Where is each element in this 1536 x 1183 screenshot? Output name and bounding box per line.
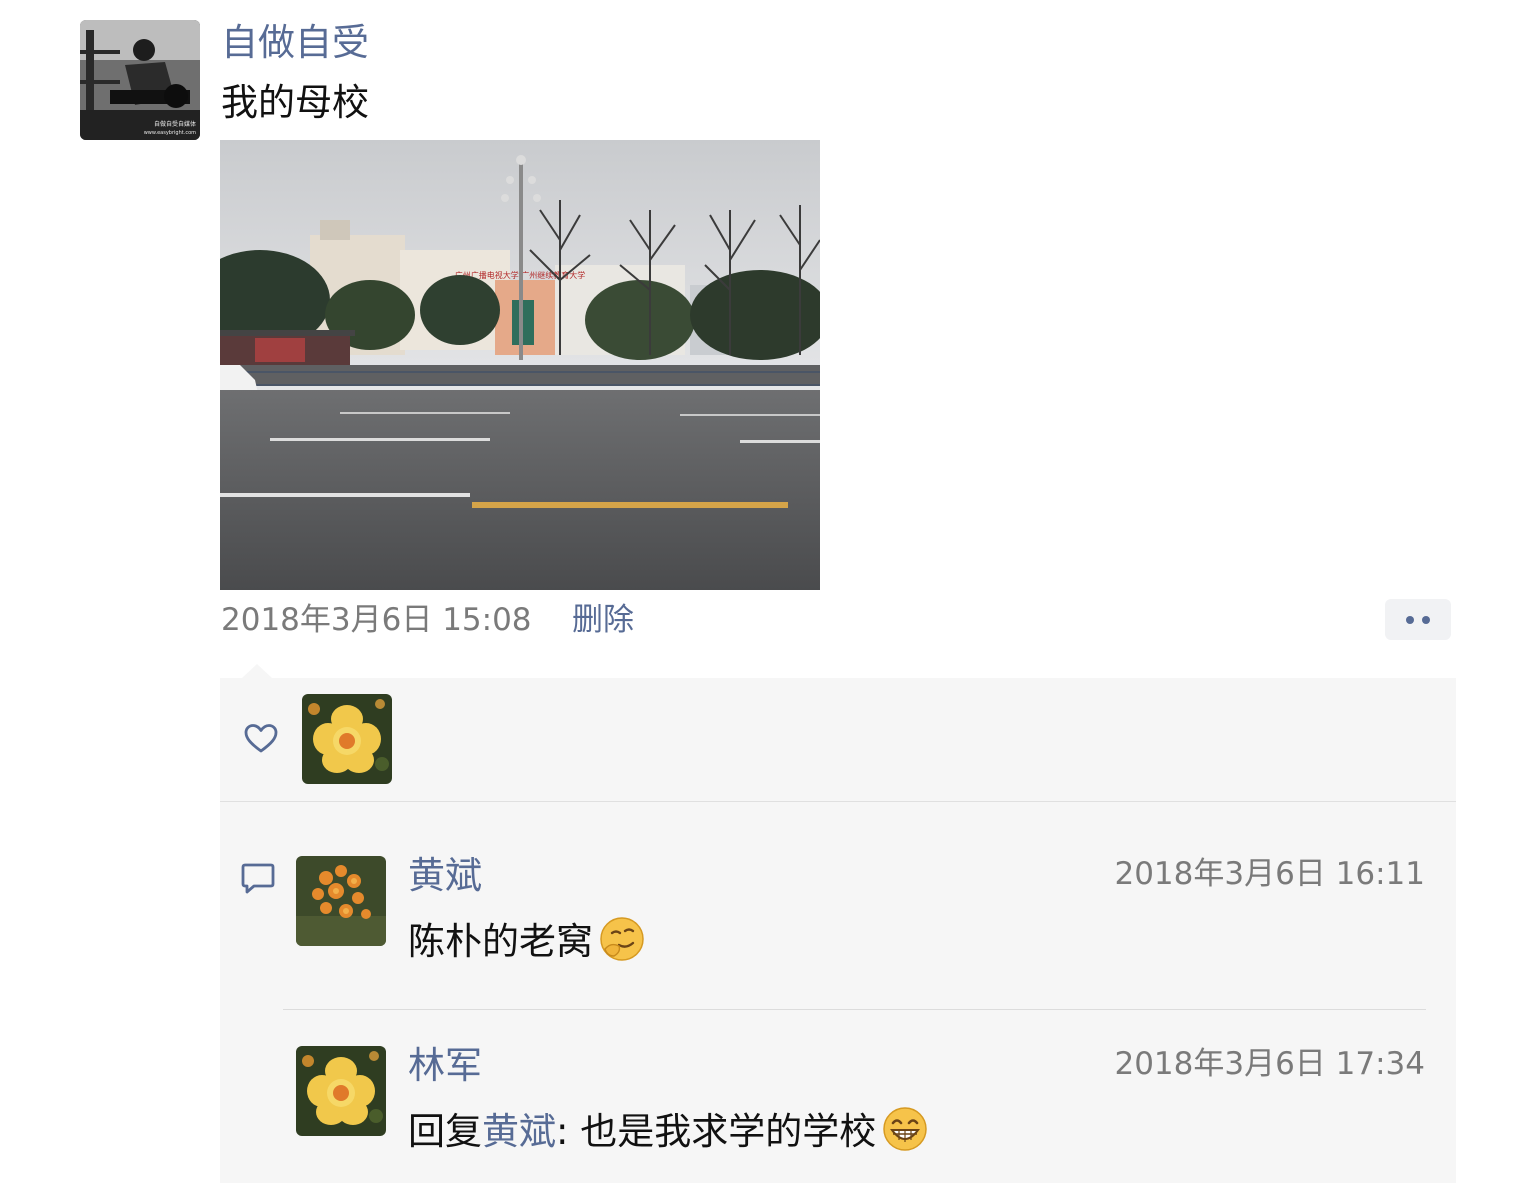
comment-timestamp: 2018年3月6日 16:11 [1114, 856, 1425, 892]
commenter-avatar[interactable] [296, 1046, 386, 1136]
comment-divider [283, 1009, 1426, 1010]
thinking-smirk-emoji [600, 917, 644, 961]
author-avatar-image: 自做自受自媒体 www.easybright.com [80, 20, 200, 140]
comment-timestamp: 2018年3月6日 17:34 [1114, 1046, 1425, 1082]
grinning-emoji [883, 1107, 927, 1151]
two-dots-icon [1406, 616, 1414, 624]
comment-text[interactable]: 回复黄斌: 也是我求学的学校 [408, 1106, 928, 1157]
liker-avatar[interactable] [302, 694, 392, 784]
heart-outline-icon [244, 724, 278, 753]
avatar-caption-line2: www.easybright.com [144, 130, 196, 136]
comment-text[interactable]: 陈朴的老窝 [408, 916, 645, 967]
street-photo-image: 广州广播电视大学·广州继续教育大学 [220, 140, 820, 590]
author-avatar[interactable]: 自做自受自媒体 www.easybright.com [80, 20, 200, 140]
more-actions-button[interactable] [1385, 599, 1451, 640]
commenter-name[interactable]: 黄斌 [408, 852, 482, 900]
two-dots-icon [1422, 616, 1430, 624]
comment-body: : 也是我求学的学校 [556, 1110, 877, 1153]
post-timestamp: 2018年3月6日 15:08 [221, 602, 532, 638]
moments-post-detail: 自做自受自媒体 www.easybright.com 自做自受 我的母校 201… [0, 0, 1536, 1183]
delete-post-link[interactable]: 删除 [572, 598, 634, 642]
panel-pointer [242, 664, 272, 678]
comment-body: 陈朴的老窝 [408, 920, 593, 963]
speech-bubble-icon [241, 863, 275, 894]
yellow-flower-avatar [296, 1046, 386, 1136]
post-author-name[interactable]: 自做自受 [221, 18, 369, 68]
reply-target-name[interactable]: 黄斌 [482, 1110, 556, 1153]
panel-divider [220, 801, 1456, 802]
post-text: 我的母校 [221, 81, 369, 124]
commenter-avatar[interactable] [296, 856, 386, 946]
commenter-name[interactable]: 林军 [408, 1042, 482, 1090]
reply-prefix: 回复 [408, 1110, 482, 1153]
avatar-caption-line1: 自做自受自媒体 [154, 120, 196, 128]
orange-flowers-avatar [296, 856, 386, 946]
post-photo[interactable]: 广州广播电视大学·广州继续教育大学 [220, 140, 820, 590]
yellow-flower-avatar [302, 694, 392, 784]
